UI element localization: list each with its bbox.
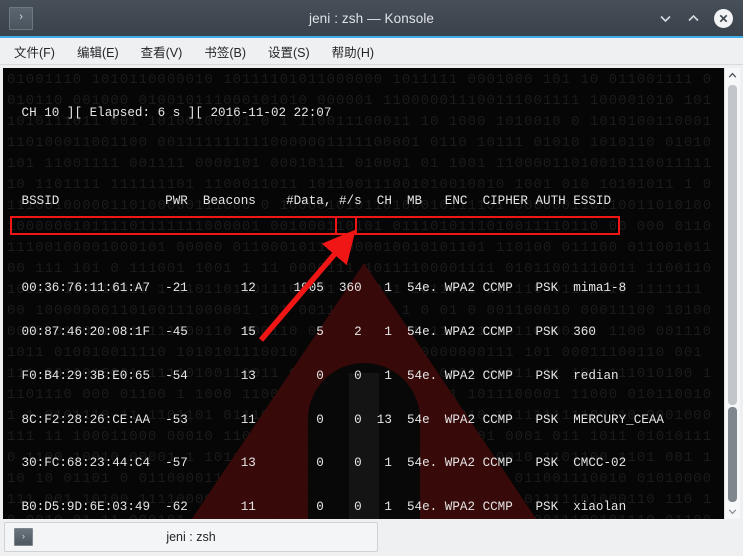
ap-table-header: BSSID PWR Beacons #Data, #/s CH MB ENC C… [14,193,612,208]
chevron-up-icon[interactable] [686,11,701,26]
terminal-area: 01001110 1010110000010 10111101011000000… [0,65,743,519]
ap-table-row: 8C:F2:28:26:CE:AA -53 11 0 0 13 54e WPA2… [14,412,664,427]
menu-item-help[interactable]: 帮助(H) [332,42,374,61]
title-bar[interactable]: › jeni : zsh — Konsole [0,0,743,36]
ap-table-row: 30:FC:68:23:44:C4 -57 13 0 0 1 54e. WPA2… [14,456,627,471]
menu-bar: 文件(F) 编辑(E) 查看(V) 书签(B) 设置(S) 帮助(H) [0,38,743,65]
menu-item-settings[interactable]: 设置(S) [268,42,310,61]
menu-item-edit[interactable]: 编辑(E) [77,42,119,61]
tab-bar: › jeni : zsh [0,519,743,556]
scroll-down-icon[interactable] [725,504,740,519]
vertical-scrollbar[interactable] [724,68,740,519]
scroll-up-icon[interactable] [725,68,740,83]
terminal-output[interactable]: 01001110 1010110000010 10111101011000000… [3,68,724,519]
chevron-down-icon[interactable] [658,11,673,26]
airodump-status-line: CH 10 ][ Elapsed: 6 s ][ 2016-11-02 22:0… [14,106,332,121]
konsole-window: › jeni : zsh — Konsole 文件(F) 编辑(E) 查看(V)… [0,0,743,556]
menu-item-view[interactable]: 查看(V) [141,42,183,61]
ap-table-row: 00:87:46:20:08:1F -45 15 5 2 1 54e. WPA2… [14,325,596,340]
ap-table-row: F0:B4:29:3B:E0:65 -54 13 0 0 1 54e. WPA2… [14,368,619,383]
scrollbar-track[interactable] [725,83,740,504]
scrollbar-thumb[interactable] [728,406,737,502]
menu-item-file[interactable]: 文件(F) [14,42,55,61]
window-title: jeni : zsh — Konsole [308,10,435,26]
menu-item-bookmarks[interactable]: 书签(B) [204,42,246,61]
tab-jeni-zsh[interactable]: › jeni : zsh [4,522,378,552]
scrollbar-upper-region[interactable] [728,85,737,405]
terminal-icon: › [14,528,33,546]
ap-table-row: 00:36:76:11:61:A7 -21 12 1905 360 1 54e.… [14,281,627,296]
window-controls [658,8,733,28]
tab-label: jeni : zsh [166,530,216,544]
terminal-icon: › [9,6,33,30]
ap-table-row: B0:D5:9D:6E:03:49 -62 11 0 0 1 54e. WPA2… [14,500,627,515]
close-icon[interactable] [714,8,733,28]
terminal-text: CH 10 ][ Elapsed: 6 s ][ 2016-11-02 22:0… [3,68,724,519]
